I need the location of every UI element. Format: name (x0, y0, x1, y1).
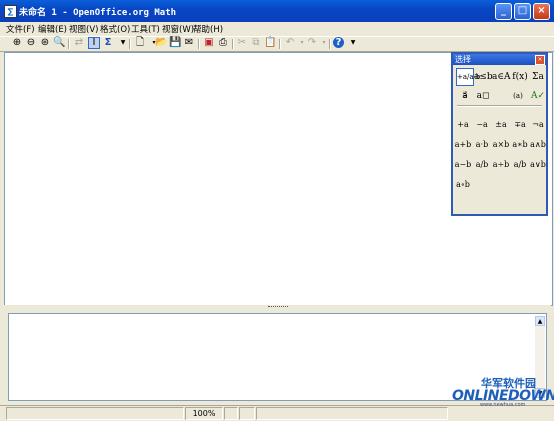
symbol-button[interactable]: +a (454, 118, 472, 132)
symbol-button[interactable]: a/b (473, 158, 491, 172)
relations-icon[interactable]: a≤b (474, 68, 493, 86)
close-button[interactable]: × (533, 3, 550, 20)
menu-edit[interactable]: 编辑(E) (38, 23, 67, 35)
watermark-url: www.newhua.com (480, 402, 526, 408)
scroll-up-icon[interactable]: ▲ (535, 316, 545, 326)
menu-window[interactable]: 视窗(W) (162, 23, 194, 35)
show-all-icon[interactable]: 🔍 (53, 37, 65, 49)
symbol-button[interactable]: a∧b (529, 138, 547, 152)
close-icon[interactable]: × (535, 55, 545, 65)
cut-icon[interactable]: ✂ (236, 37, 248, 49)
new-icon[interactable]: 🗋 (134, 37, 146, 49)
symbol-button[interactable]: a∗b (511, 138, 529, 152)
zoom-100-icon[interactable]: ⊛ (39, 37, 51, 49)
toolbar-separator (68, 39, 70, 49)
status-field (224, 407, 238, 420)
symbol-button[interactable]: a∨b (529, 158, 547, 172)
math-doc-icon: ∑ (4, 5, 17, 18)
menu-bar: 文件(F) 编辑(E) 视图(V) 格式(O) 工具(T) 视窗(W) 帮助(H… (0, 22, 554, 36)
help-icon[interactable]: ? (333, 37, 344, 48)
open-icon[interactable]: 📂 (155, 37, 167, 49)
zoom-in-icon[interactable]: ⊕ (11, 37, 23, 49)
minimize-button[interactable]: _ (495, 3, 512, 20)
status-message (6, 407, 184, 420)
selection-panel: 选择 × +a/a·b a≤b a∈A f(x) Σa a⃗ a◻ (a) A✓… (451, 52, 548, 216)
toolbar-separator (232, 39, 234, 49)
update-icon[interactable]: ⇄ (73, 37, 85, 49)
selection-panel-title: 选择 (455, 55, 471, 64)
toolbar-separator (129, 39, 131, 49)
zoom-out-icon[interactable]: ⊖ (25, 37, 37, 49)
formula-cursor-icon[interactable]: I (88, 37, 100, 49)
splitter-grip[interactable] (268, 306, 288, 310)
main-toolbar: ⊕ ⊖ ⊛ 🔍 ⇄ I Σ ▼ 🗋 ▾ 📂 💾 ✉ ▣ ⎙ ✂ ⧉ 📋 ↶ ▾ … (0, 36, 554, 52)
menu-tools[interactable]: 工具(T) (131, 23, 160, 35)
toolbar-more-icon[interactable]: ▼ (347, 37, 359, 49)
status-field (256, 407, 448, 420)
status-field (239, 407, 255, 420)
symbol-button[interactable]: a∘b (454, 178, 472, 192)
format-icon[interactable]: A✓ (529, 87, 547, 105)
title-bar: ∑ 未命名 1 - OpenOffice.org Math _ □ × (0, 0, 554, 22)
symbol-button[interactable]: a/b (511, 158, 529, 172)
print-icon[interactable]: ⎙ (217, 37, 229, 49)
operators-icon[interactable]: Σa (529, 68, 547, 86)
paste-icon[interactable]: 📋 (264, 37, 276, 49)
others-icon[interactable]: a◻ (474, 87, 492, 105)
toolbar-separator (198, 39, 200, 49)
window-title: 未命名 1 - OpenOffice.org Math (19, 8, 177, 18)
symbol-button[interactable]: −a (473, 118, 491, 132)
symbol-button[interactable]: ¬a (529, 118, 547, 132)
watermark-logo: 华军软件园 ONLINEDOWN www.newhua.com (450, 375, 554, 408)
panel-divider (457, 105, 542, 107)
functions-icon[interactable]: f(x) (511, 68, 529, 86)
symbol-button[interactable]: ±a (492, 118, 510, 132)
symbol-button[interactable]: a×b (492, 138, 510, 152)
symbol-button[interactable]: a−b (454, 158, 472, 172)
set-operations-icon[interactable]: a∈A (492, 68, 511, 86)
zoom-level[interactable]: 100% (185, 407, 223, 420)
status-bar: 100% (0, 405, 554, 420)
menu-view[interactable]: 视图(V) (69, 23, 98, 35)
symbol-button[interactable]: a÷b (492, 158, 510, 172)
pane-splitter[interactable] (4, 305, 551, 311)
brackets-icon[interactable]: (a) (509, 87, 527, 105)
menu-format[interactable]: 格式(O) (100, 23, 130, 35)
toolbar-separator (329, 39, 331, 49)
symbol-button[interactable]: a·b (473, 138, 491, 152)
undo-icon[interactable]: ↶ (284, 37, 296, 49)
menu-help[interactable]: 帮助(H) (193, 23, 223, 35)
toolbar-more-icon[interactable]: ▼ (117, 37, 129, 49)
save-icon[interactable]: 💾 (169, 37, 181, 49)
attributes-icon[interactable]: a⃗ (456, 87, 474, 105)
symbol-button[interactable]: a+b (454, 138, 472, 152)
toolbar-separator (279, 39, 281, 49)
export-pdf-icon[interactable]: ▣ (203, 37, 215, 49)
mail-icon[interactable]: ✉ (183, 37, 195, 49)
sigma-icon[interactable]: Σ (102, 37, 114, 49)
copy-icon[interactable]: ⧉ (250, 37, 262, 49)
unary-binary-operators-icon[interactable]: +a/a·b (456, 68, 480, 86)
menu-file[interactable]: 文件(F) (6, 23, 35, 35)
symbol-button[interactable]: ∓a (511, 118, 529, 132)
redo-icon[interactable]: ↷ (306, 37, 318, 49)
maximize-button[interactable]: □ (514, 3, 531, 20)
